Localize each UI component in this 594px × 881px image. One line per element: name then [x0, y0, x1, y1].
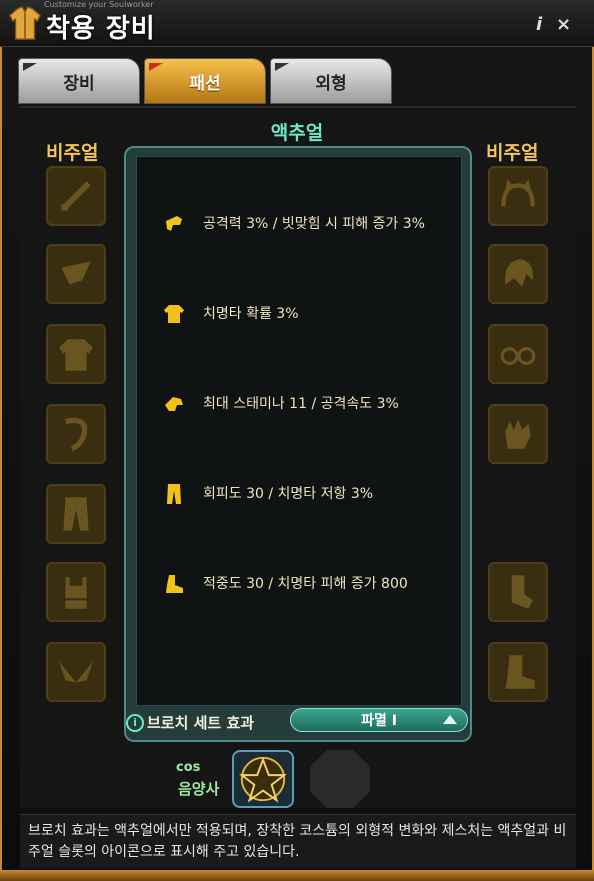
visual-slot-gloves[interactable] [488, 404, 548, 464]
sock-icon [511, 575, 533, 609]
cos-label: cos [176, 760, 201, 775]
visual-slot-pants[interactable] [46, 484, 106, 544]
tab-bar: 장비 패션 외형 [18, 58, 578, 104]
visual-slot-hair[interactable] [488, 244, 548, 304]
tail-icon [64, 417, 88, 452]
visual-slot-wings[interactable] [46, 642, 106, 702]
visual-slot-inner[interactable] [46, 562, 106, 622]
info-icon: i [126, 713, 144, 732]
cat-ears-icon [501, 179, 535, 207]
visual-slot-weapon[interactable] [46, 166, 106, 226]
sword-icon [61, 181, 91, 211]
empty-emblem-slot[interactable] [310, 750, 370, 808]
effect-text: 적중도 30 / 치명타 피해 증가 800 [203, 576, 408, 592]
actual-title: 액추얼 [270, 122, 324, 144]
visual-slot-shoes[interactable] [488, 642, 548, 702]
mask-icon [61, 261, 91, 285]
job-label: 음양사 [178, 780, 220, 798]
description-text: 브로치 효과는 액추얼에서만 적용되며, 장착한 코스튬의 외형적 변화와 제스… [20, 814, 576, 868]
top-icon [59, 339, 93, 371]
tab-equipment[interactable]: 장비 [18, 58, 140, 104]
weapon-icon [166, 216, 182, 231]
pentagram-icon [238, 756, 288, 803]
effect-text: 최대 스태미나 11 / 공격속도 3% [203, 396, 399, 412]
tab-corner-icon [275, 63, 289, 71]
effect-list: 공격력 3% / 빗맞힘 시 피해 증가 3% 치명타 확률 3% 최대 스태미… [136, 156, 462, 706]
visual-slot-headgear[interactable] [488, 166, 548, 226]
effect-text: 공격력 3% / 빗맞힘 시 피해 증가 3% [203, 216, 425, 232]
tab-label: 장비 [63, 73, 95, 94]
gloves-icon [165, 397, 183, 411]
title-bar: Customize your Soulworker 착용 장비 i × [0, 0, 594, 47]
tab-label: 패션 [189, 73, 221, 94]
shoes-icon [166, 575, 183, 593]
visual-slot-top[interactable] [46, 324, 106, 384]
pants-icon [63, 497, 89, 531]
effect-text: 치명타 확률 3% [203, 306, 299, 322]
brooch-set-effect-button[interactable]: i 브로치 세트 효과 [126, 712, 254, 733]
bottom-trim [0, 870, 594, 881]
tab-appearance[interactable]: 외형 [270, 58, 392, 104]
tab-label: 외형 [315, 73, 347, 94]
top-icon [164, 305, 184, 323]
visual-slot-socks[interactable] [488, 562, 548, 622]
set-select-value: 파멸 I [361, 713, 397, 729]
close-button[interactable]: × [556, 14, 571, 35]
effect-text: 회피도 30 / 치명타 저항 3% [203, 486, 374, 502]
visual-slot-tail[interactable] [46, 404, 106, 464]
tab-corner-icon [23, 63, 37, 71]
brooch-label: 브로치 세트 효과 [147, 714, 255, 732]
visual-slot-glasses[interactable] [488, 324, 548, 384]
visual-slot-head[interactable] [46, 244, 106, 304]
set-select-dropdown[interactable]: 파멸 I [290, 708, 468, 732]
actual-effect-panel: 공격력 3% / 빗맞힘 시 피해 증가 3% 치명타 확률 3% 최대 스태미… [124, 146, 472, 742]
inner-wear-icon [65, 577, 87, 609]
tab-fashion[interactable]: 패션 [144, 58, 266, 104]
jacket-icon [8, 5, 42, 40]
glove-icon [505, 419, 531, 449]
chevron-up-icon [443, 715, 457, 724]
job-emblem-slot[interactable] [232, 750, 294, 808]
boot-icon [505, 655, 535, 689]
pants-icon [167, 484, 181, 504]
info-button[interactable]: i [536, 14, 542, 35]
hair-icon [505, 259, 533, 287]
wings-icon [59, 661, 93, 683]
glasses-icon [500, 347, 536, 366]
tab-corner-icon [149, 63, 163, 71]
window-title: 착용 장비 [46, 14, 156, 44]
